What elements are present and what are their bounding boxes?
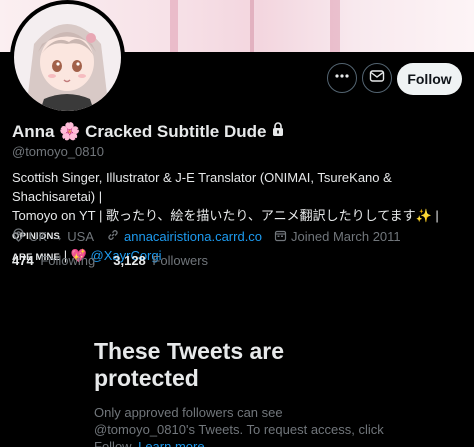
avatar[interactable] (10, 0, 125, 115)
protected-text: Only approved followers can see @tomoyo_… (94, 404, 384, 447)
message-button[interactable] (362, 63, 392, 93)
profile-meta: UK → USA annacairistiona.carrd.co Joined… (12, 228, 401, 245)
website-item[interactable]: annacairistiona.carrd.co (106, 228, 262, 245)
link-icon (106, 228, 120, 245)
following-number: 474 (12, 253, 34, 268)
followers-count[interactable]: 3,128 Followers (113, 253, 208, 268)
protected-notice: These Tweets are protected Only approved… (94, 338, 384, 447)
followers-number: 3,128 (113, 253, 146, 268)
protected-title: These Tweets are protected (94, 338, 285, 391)
location-text: UK → USA (29, 229, 95, 244)
lock-icon (271, 122, 285, 142)
more-button[interactable] (327, 63, 357, 93)
display-name-row: Anna 🌸 Cracked Subtitle Dude (12, 122, 285, 142)
location-item: UK → USA (12, 228, 94, 245)
joined-item: Joined March 2011 (274, 229, 401, 245)
location-pin-icon (12, 228, 25, 245)
calendar-icon (274, 229, 287, 245)
more-horizontal-icon (334, 68, 350, 89)
learn-more-link[interactable]: Learn more (138, 439, 204, 447)
bio-text: Scottish Singer, Illustrator & J-E Trans… (12, 170, 392, 204)
envelope-icon (369, 68, 385, 89)
following-count[interactable]: 474 Following (12, 253, 95, 268)
display-name: Anna 🌸 Cracked Subtitle Dude (12, 122, 267, 141)
following-label: Following (40, 253, 96, 268)
joined-text: Joined March 2011 (291, 229, 401, 244)
bio-text: Tomoyo on YT | 歌ったり、絵を描いたり、アニメ翻訳したりしてます✨… (12, 208, 439, 223)
website-link[interactable]: annacairistiona.carrd.co (124, 229, 262, 244)
follow-counts: 474 Following 3,128 Followers (12, 253, 208, 268)
follow-button[interactable]: Follow (397, 63, 462, 95)
followers-label: Followers (152, 253, 209, 268)
username: @tomoyo_0810 (12, 144, 104, 159)
